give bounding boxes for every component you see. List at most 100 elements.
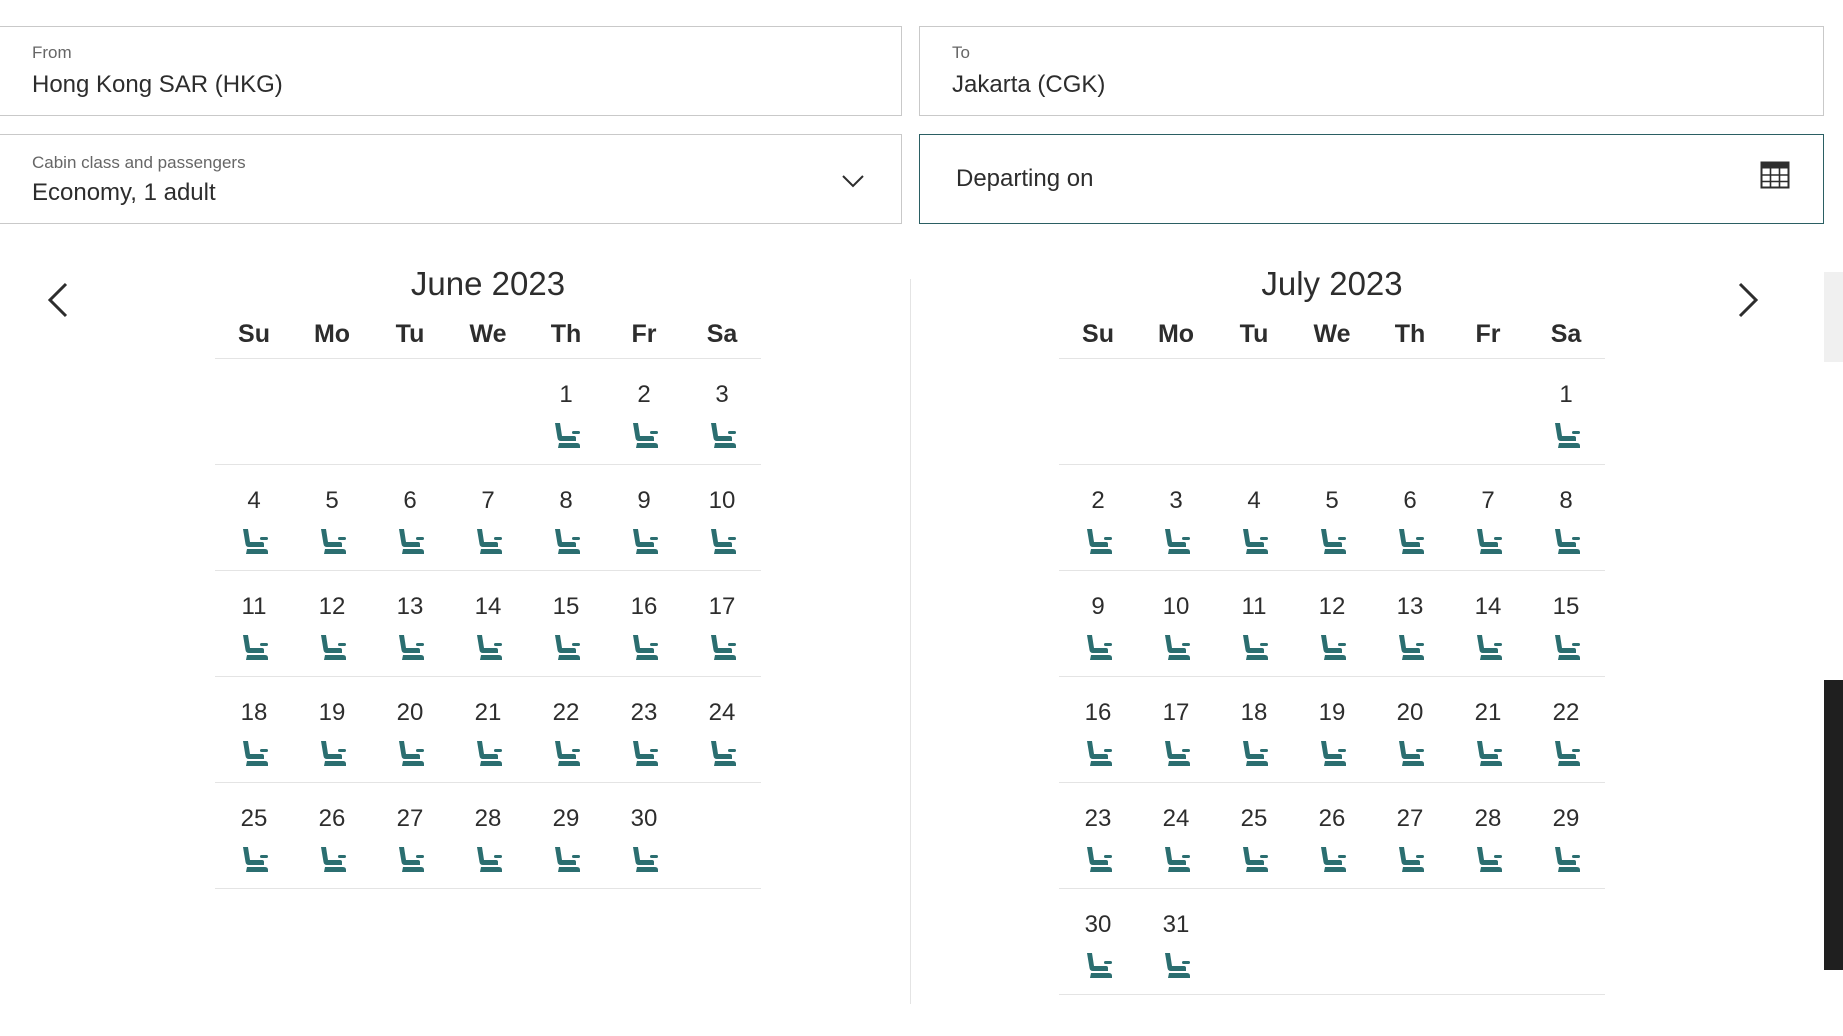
day-cell[interactable]: 13 [371, 571, 449, 676]
day-cell[interactable]: 18 [215, 677, 293, 782]
day-cell[interactable]: 26 [1293, 783, 1371, 888]
day-cell[interactable]: 20 [371, 677, 449, 782]
seat-icon [1399, 741, 1424, 766]
empty-day-cell [1449, 889, 1527, 994]
seat-icon [1555, 635, 1580, 660]
day-cell[interactable]: 10 [683, 465, 761, 570]
seat-icon [711, 741, 736, 766]
day-cell[interactable]: 15 [1527, 571, 1605, 676]
chevron-down-icon[interactable] [838, 165, 868, 195]
seat-icon [1399, 529, 1424, 554]
day-cell[interactable]: 22 [1527, 677, 1605, 782]
seat-icon [1321, 847, 1346, 872]
day-number: 15 [552, 593, 580, 620]
day-cell[interactable]: 21 [1449, 677, 1527, 782]
day-cell[interactable]: 4 [215, 465, 293, 570]
seat-icon [1243, 741, 1268, 766]
day-cell[interactable]: 24 [1137, 783, 1215, 888]
day-cell[interactable]: 25 [215, 783, 293, 888]
day-cell[interactable]: 25 [1215, 783, 1293, 888]
day-cell[interactable]: 23 [1059, 783, 1137, 888]
day-cell[interactable]: 14 [449, 571, 527, 676]
day-cell[interactable]: 9 [1059, 571, 1137, 676]
day-cell[interactable]: 22 [527, 677, 605, 782]
week-row: 16 17 18 19 20 21 22 [1059, 677, 1605, 783]
day-cell[interactable]: 30 [1059, 889, 1137, 994]
day-cell[interactable]: 8 [1527, 465, 1605, 570]
cabin-value[interactable]: Economy, 1 adult [32, 179, 216, 207]
day-cell[interactable]: 7 [1449, 465, 1527, 570]
week-row: 23 24 25 26 27 28 29 [1059, 783, 1605, 889]
weekday-label: Su [1082, 320, 1114, 348]
day-cell[interactable]: 11 [1215, 571, 1293, 676]
day-cell[interactable]: 30 [605, 783, 683, 888]
day-cell[interactable]: 31 [1137, 889, 1215, 994]
day-cell[interactable]: 8 [527, 465, 605, 570]
day-cell[interactable]: 26 [293, 783, 371, 888]
day-cell[interactable]: 16 [605, 571, 683, 676]
day-cell[interactable]: 3 [1137, 465, 1215, 570]
day-cell[interactable]: 21 [449, 677, 527, 782]
day-cell[interactable]: 16 [1059, 677, 1137, 782]
day-cell[interactable]: 12 [1293, 571, 1371, 676]
day-cell[interactable]: 13 [1371, 571, 1449, 676]
day-number: 14 [1474, 593, 1502, 620]
day-cell[interactable]: 5 [1293, 465, 1371, 570]
day-cell[interactable]: 15 [527, 571, 605, 676]
day-number: 1 [1559, 381, 1573, 408]
day-cell[interactable]: 17 [1137, 677, 1215, 782]
weekday-label: Fr [631, 320, 657, 348]
day-cell[interactable]: 23 [605, 677, 683, 782]
day-cell[interactable]: 19 [293, 677, 371, 782]
cabin-passengers-select[interactable]: Cabin class and passengers Economy, 1 ad… [0, 134, 902, 224]
day-cell[interactable]: 11 [215, 571, 293, 676]
day-cell[interactable]: 28 [1449, 783, 1527, 888]
day-cell[interactable]: 27 [371, 783, 449, 888]
seat-icon [1555, 741, 1580, 766]
chevron-left-icon[interactable] [38, 276, 78, 324]
page-edge-overlay [1824, 680, 1843, 970]
day-cell[interactable]: 27 [1371, 783, 1449, 888]
to-value[interactable]: Jakarta (CGK) [952, 71, 1105, 99]
day-cell[interactable]: 10 [1137, 571, 1215, 676]
day-cell[interactable]: 19 [1293, 677, 1371, 782]
day-cell[interactable]: 17 [683, 571, 761, 676]
seat-icon [477, 741, 502, 766]
calendar-icon[interactable] [1760, 161, 1790, 189]
day-cell[interactable]: 1 [1527, 359, 1605, 464]
from-value[interactable]: Hong Kong SAR (HKG) [32, 71, 283, 99]
departing-date-field[interactable]: Departing on [919, 134, 1824, 224]
day-cell[interactable]: 29 [527, 783, 605, 888]
calendar-panel: June 2023 Su Mo Tu We Th Fr Sa 1 2 3 4 5 6 7 8 9 10 11 12… [0, 224, 1824, 1036]
day-cell[interactable]: 28 [449, 783, 527, 888]
seat-icon [1555, 529, 1580, 554]
day-cell[interactable]: 5 [293, 465, 371, 570]
day-cell[interactable]: 6 [1371, 465, 1449, 570]
day-cell[interactable]: 12 [293, 571, 371, 676]
day-number: 7 [481, 487, 495, 514]
to-field[interactable]: To Jakarta (CGK) [919, 26, 1824, 116]
day-cell[interactable]: 6 [371, 465, 449, 570]
day-cell[interactable]: 2 [1059, 465, 1137, 570]
day-number: 2 [637, 381, 651, 408]
from-field[interactable]: From Hong Kong SAR (HKG) [0, 26, 902, 116]
seat-icon [477, 635, 502, 660]
day-number: 18 [240, 699, 268, 726]
empty-day-cell [1449, 359, 1527, 464]
scrollbar-thumb[interactable] [1824, 272, 1843, 362]
day-cell[interactable]: 3 [683, 359, 761, 464]
chevron-right-icon[interactable] [1728, 276, 1768, 324]
day-cell[interactable]: 4 [1215, 465, 1293, 570]
day-cell[interactable]: 20 [1371, 677, 1449, 782]
day-cell[interactable]: 18 [1215, 677, 1293, 782]
day-cell[interactable]: 7 [449, 465, 527, 570]
day-number: 12 [318, 593, 346, 620]
day-cell[interactable]: 1 [527, 359, 605, 464]
month-title: July 2023 [1261, 265, 1403, 302]
day-cell[interactable]: 9 [605, 465, 683, 570]
day-cell[interactable]: 24 [683, 677, 761, 782]
day-number: 5 [325, 487, 339, 514]
day-cell[interactable]: 29 [1527, 783, 1605, 888]
day-cell[interactable]: 14 [1449, 571, 1527, 676]
day-cell[interactable]: 2 [605, 359, 683, 464]
